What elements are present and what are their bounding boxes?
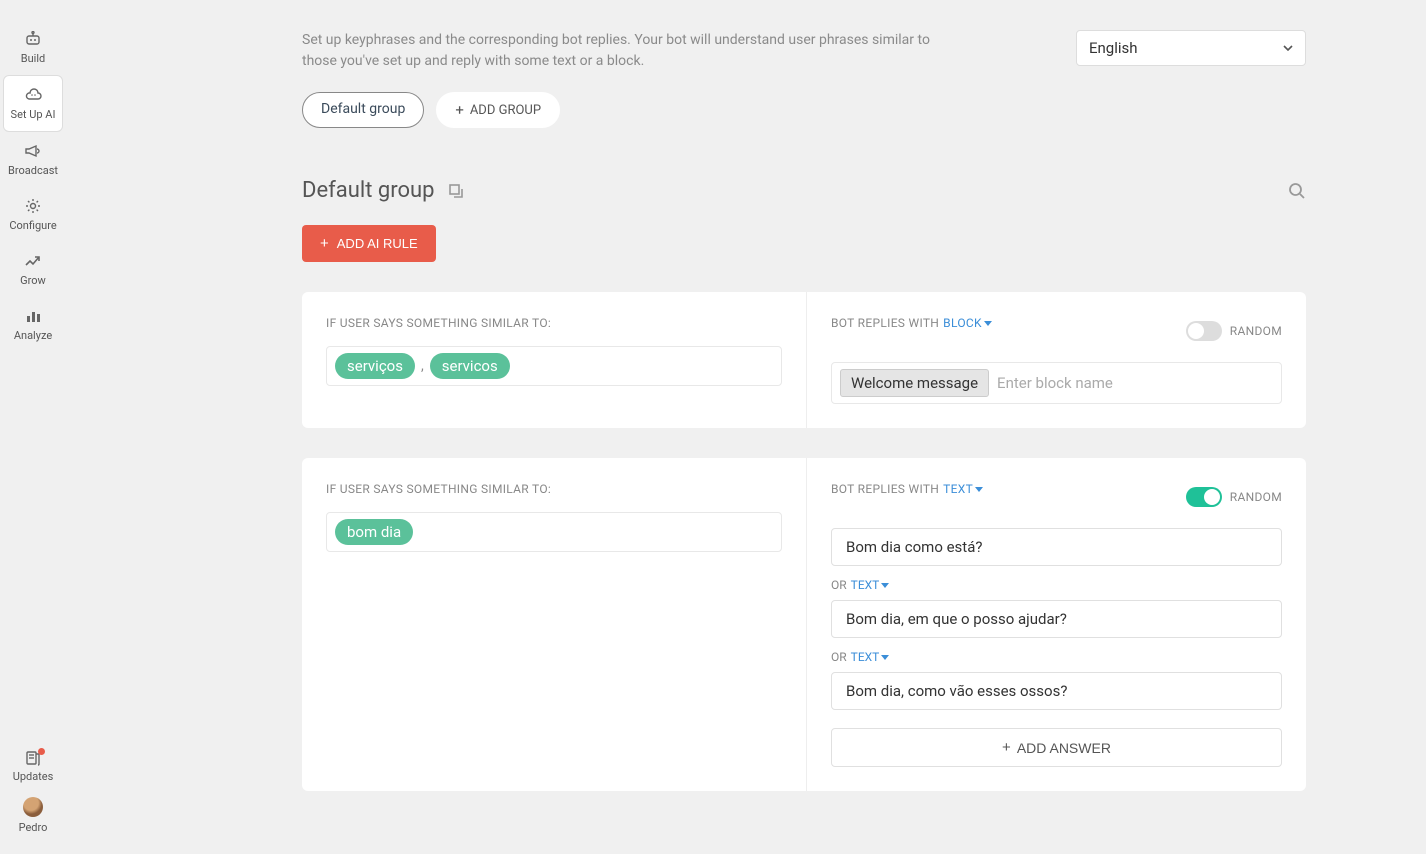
ai-rule-card: IF USER SAYS SOMETHING SIMILAR TO: bom d… [302, 458, 1306, 791]
answer-input[interactable]: Bom dia, em que o posso ajudar? [831, 600, 1282, 638]
sidebar-item-label: Broadcast [8, 164, 58, 177]
plus-icon: + [320, 235, 329, 252]
plus-icon: + [1002, 739, 1011, 756]
sidebar-item-grow[interactable]: Grow [3, 242, 63, 297]
add-rule-label: ADD AI RULE [337, 236, 418, 251]
plus-icon: + [455, 101, 464, 119]
user-name: Pedro [19, 821, 48, 834]
if-user-says-label: IF USER SAYS SOMETHING SIMILAR TO: [326, 316, 782, 330]
sidebar-updates-label: Updates [13, 770, 54, 783]
robot-icon [24, 30, 42, 48]
add-group-button[interactable]: + ADD GROUP [436, 92, 560, 128]
sidebar-updates[interactable]: Updates [13, 750, 54, 783]
sidebar-item-label: Build [21, 52, 45, 65]
random-toggle[interactable] [1186, 487, 1222, 507]
chevron-down-icon [1283, 45, 1293, 51]
reply-type-dropdown[interactable]: BLOCK [943, 316, 992, 330]
section-title: Default group [302, 178, 434, 203]
page-description: Set up keyphrases and the corresponding … [302, 30, 962, 72]
add-group-label: ADD GROUP [470, 103, 541, 118]
reply-type-dropdown[interactable]: TEXT [943, 482, 983, 496]
avatar [23, 797, 43, 817]
random-label: RANDOM [1230, 490, 1282, 504]
sidebar: Build Set Up AI Broadcast Configure Grow [0, 0, 66, 854]
phrase-input[interactable]: bom dia [326, 512, 782, 552]
sidebar-item-label: Set Up AI [11, 108, 56, 121]
bot-replies-label: BOT REPLIES WITH TEXT [831, 482, 983, 496]
if-user-says-label: IF USER SAYS SOMETHING SIMILAR TO: [326, 482, 782, 496]
group-tab-label: Default group [321, 101, 405, 117]
random-toggle[interactable] [1186, 321, 1222, 341]
sidebar-item-build[interactable]: Build [3, 20, 63, 75]
reply-type-dropdown[interactable]: TEXT [851, 578, 890, 592]
grow-icon [24, 252, 42, 270]
random-label: RANDOM [1230, 324, 1282, 338]
phrase-input[interactable]: serviços , servicos [326, 346, 782, 386]
megaphone-icon [24, 142, 42, 160]
phrase-tag[interactable]: servicos [430, 353, 510, 379]
main-content: Set up keyphrases and the corresponding … [66, 0, 1426, 854]
expand-icon[interactable] [448, 183, 464, 199]
add-ai-rule-button[interactable]: + ADD AI RULE [302, 225, 436, 262]
search-icon[interactable] [1288, 182, 1306, 200]
group-tab-default[interactable]: Default group [302, 92, 424, 128]
answer-input[interactable]: Bom dia, como vão esses ossos? [831, 672, 1282, 710]
phrase-tag[interactable]: serviços [335, 353, 415, 379]
phrase-tag[interactable]: bom dia [335, 519, 413, 545]
separator: , [419, 358, 426, 374]
bot-replies-label: BOT REPLIES WITH BLOCK [831, 316, 992, 330]
sidebar-user[interactable]: Pedro [19, 797, 48, 834]
answer-input[interactable]: Bom dia como está? [831, 528, 1282, 566]
sidebar-item-configure[interactable]: Configure [3, 187, 63, 242]
gear-icon [25, 197, 41, 215]
language-value: English [1089, 39, 1138, 57]
ai-rule-card: IF USER SAYS SOMETHING SIMILAR TO: servi… [302, 292, 1306, 428]
or-label: OR TEXT [831, 650, 1282, 664]
sidebar-item-label: Configure [9, 219, 56, 232]
sidebar-item-broadcast[interactable]: Broadcast [3, 132, 63, 187]
sidebar-item-label: Grow [20, 274, 46, 287]
chart-icon [25, 307, 41, 325]
language-select[interactable]: English [1076, 30, 1306, 66]
reply-type-dropdown[interactable]: TEXT [851, 650, 890, 664]
updates-icon [25, 750, 41, 766]
block-input[interactable]: Welcome message Enter block name [831, 362, 1282, 404]
block-tag[interactable]: Welcome message [840, 369, 989, 397]
block-placeholder: Enter block name [997, 374, 1273, 392]
cloud-ai-icon [23, 86, 43, 104]
notification-dot [38, 748, 45, 755]
sidebar-item-label: Analyze [14, 329, 52, 342]
add-answer-label: ADD ANSWER [1017, 740, 1111, 756]
or-label: OR TEXT [831, 578, 1282, 592]
sidebar-item-setup-ai[interactable]: Set Up AI [3, 75, 63, 132]
add-answer-button[interactable]: + ADD ANSWER [831, 728, 1282, 767]
sidebar-item-analyze[interactable]: Analyze [3, 297, 63, 352]
